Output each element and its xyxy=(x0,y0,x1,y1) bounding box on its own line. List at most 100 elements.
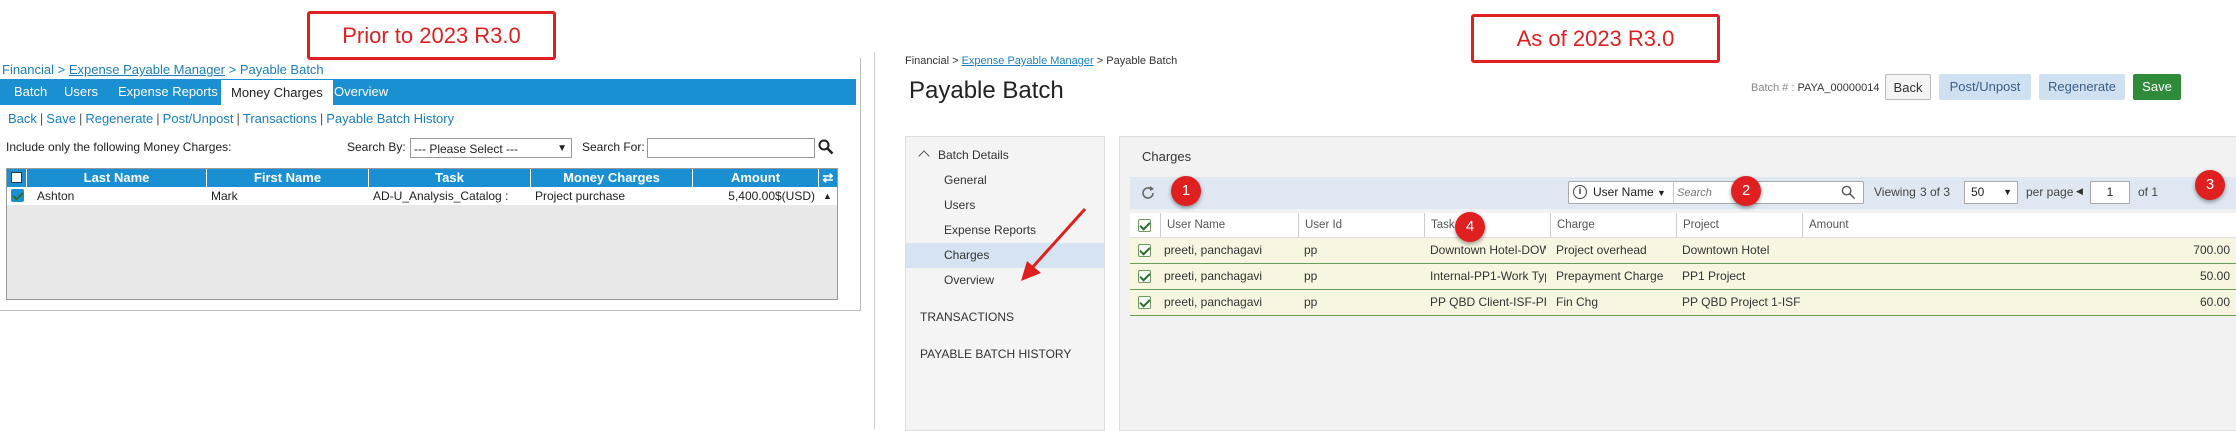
column-charge[interactable]: Charge xyxy=(1550,213,1676,237)
cell-amount: 5,400.00$(USD) xyxy=(728,189,815,203)
regenerate-link[interactable]: Regenerate xyxy=(85,111,153,126)
search-icon[interactable] xyxy=(1841,185,1856,200)
viewing-label: Viewing xyxy=(1874,185,1916,199)
cell-task: PP QBD Client-ISF-PPQBD... xyxy=(1430,295,1546,309)
column-project[interactable]: Project xyxy=(1676,213,1802,237)
payable-batch-history-link[interactable]: Payable Batch History xyxy=(326,111,454,126)
cell-project: PP1 Project xyxy=(1682,269,1746,283)
sidebar-item-transactions[interactable]: TRANSACTIONS xyxy=(906,305,1104,330)
tab-batch[interactable]: Batch xyxy=(4,79,57,105)
save-link[interactable]: Save xyxy=(46,111,76,126)
select-all-checkbox[interactable] xyxy=(11,172,22,183)
search-for-input[interactable] xyxy=(647,138,815,158)
panel-title: Charges xyxy=(1142,149,1192,164)
tab-expense-reports[interactable]: Expense Reports xyxy=(108,79,228,105)
old-payable-batch-screen: Financial > Expense Payable Manager > Pa… xyxy=(0,58,861,311)
select-all-checkbox[interactable] xyxy=(1138,219,1151,232)
scroll-up-arrow[interactable]: ▲ xyxy=(823,187,835,205)
link-separator: | xyxy=(78,111,83,126)
tab-users[interactable]: Users xyxy=(54,79,108,105)
callout-badge-4: 4 xyxy=(1455,212,1485,242)
breadcrumb-separator: > xyxy=(952,55,959,67)
table-row[interactable]: preeti, panchagavi pp PP QBD Client-ISF-… xyxy=(1130,290,2236,316)
column-task[interactable]: Task xyxy=(1424,213,1550,237)
row-checkbox[interactable] xyxy=(1138,244,1151,257)
refresh-icon[interactable] xyxy=(1140,185,1156,201)
red-arrow-annotation xyxy=(1021,207,1087,281)
sidebar-item-payable-batch-history[interactable]: PAYABLE BATCH HISTORY xyxy=(906,342,1104,367)
back-link[interactable]: Back xyxy=(8,111,37,126)
info-icon: i xyxy=(1573,185,1587,199)
table-row[interactable]: preeti, panchagavi pp Internal-PP1-Work … xyxy=(1130,264,2236,290)
search-for-label: Search For: xyxy=(582,140,645,154)
page-number-input[interactable]: 1 xyxy=(2090,181,2130,204)
table-row[interactable]: preeti, panchagavi pp Downtown Hotel-DOW… xyxy=(1130,238,2236,264)
page-size-select[interactable]: 50 ▼ xyxy=(1964,181,2018,204)
search-by-select[interactable]: --- Please Select --- ▼ xyxy=(410,138,572,158)
chevron-down-icon: ▼ xyxy=(557,143,567,154)
cell-task: Internal-PP1-Work Type 1 ... xyxy=(1430,269,1546,283)
column-user-id[interactable]: User Id xyxy=(1298,213,1424,237)
regenerate-button[interactable]: Regenerate xyxy=(2039,74,2125,100)
back-button[interactable]: Back xyxy=(1885,74,1931,100)
row-checkbox[interactable] xyxy=(1138,296,1151,309)
cell-user-id: pp xyxy=(1304,295,1318,309)
batch-number: Batch # : PAYA_00000014 xyxy=(1751,82,1879,94)
column-amount[interactable]: Amount xyxy=(693,169,819,187)
column-user-name[interactable]: User Name xyxy=(1160,213,1298,237)
callout-badge-1: 1 xyxy=(1171,176,1201,206)
table-row[interactable]: Ashton Mark AD-U_Analysis_Catalog : Proj… xyxy=(7,187,837,205)
sidebar-batch-details[interactable]: Batch Details xyxy=(906,143,1104,168)
row-checkbox[interactable] xyxy=(11,189,24,202)
tab-overview[interactable]: Overview xyxy=(324,79,398,105)
column-last-name[interactable]: Last Name xyxy=(27,169,207,187)
column-amount[interactable]: Amount xyxy=(1802,213,2236,237)
cell-user-name: preeti, panchagavi xyxy=(1164,243,1263,257)
breadcrumb-current: Payable Batch xyxy=(239,62,324,77)
cell-user-id: pp xyxy=(1304,243,1318,257)
breadcrumb-financial[interactable]: Financial xyxy=(2,62,54,77)
include-label: Include only the following Money Charges… xyxy=(6,140,232,154)
cell-charge: Fin Chg xyxy=(1556,295,1599,309)
tab-money-charges[interactable]: Money Charges xyxy=(220,79,334,105)
chevron-up-icon xyxy=(918,150,930,162)
link-separator: | xyxy=(156,111,160,126)
caret-down-icon: ▼ xyxy=(2003,187,2012,197)
transactions-link[interactable]: Transactions xyxy=(243,111,317,126)
breadcrumb: Financial > Expense Payable Manager > Pa… xyxy=(2,62,324,77)
callout-badge-2: 2 xyxy=(1731,176,1761,206)
link-separator: | xyxy=(39,111,44,126)
link-separator: | xyxy=(319,111,324,126)
page-title: Payable Batch xyxy=(909,77,1064,104)
prior-version-callout: Prior to 2023 R3.0 xyxy=(307,11,556,60)
breadcrumb-financial[interactable]: Financial xyxy=(905,55,949,67)
cell-amount: 700.00 xyxy=(2193,243,2230,257)
breadcrumb-expense-payable-manager[interactable]: Expense Payable Manager xyxy=(962,55,1094,67)
page-size-value: 50 xyxy=(1971,185,1985,199)
column-first-name[interactable]: First Name xyxy=(207,169,369,187)
search-icon[interactable] xyxy=(818,139,834,155)
column-task[interactable]: Task xyxy=(369,169,531,187)
prev-page-icon[interactable]: ◀ xyxy=(2076,186,2083,197)
column-money-charges[interactable]: Money Charges xyxy=(531,169,693,187)
column-chooser-icon[interactable]: ⇄ xyxy=(819,169,837,187)
search-field-select[interactable]: User Name ▼ xyxy=(1593,185,1666,199)
search-by-label: Search By: xyxy=(347,140,406,154)
cell-task: AD-U_Analysis_Catalog : xyxy=(373,189,509,203)
cell-charge: Prepayment Charge xyxy=(1556,269,1664,283)
search-by-value: --- Please Select --- xyxy=(414,142,519,156)
cell-charge: Project overhead xyxy=(1556,243,1647,257)
post-unpost-button[interactable]: Post/Unpost xyxy=(1939,74,2031,100)
cell-money-charges: Project purchase xyxy=(535,189,626,203)
row-checkbox[interactable] xyxy=(1138,270,1151,283)
callout-badge-3: 3 xyxy=(2195,170,2225,200)
post-unpost-link[interactable]: Post/Unpost xyxy=(163,111,234,126)
cell-user-id: pp xyxy=(1304,269,1318,283)
save-button[interactable]: Save xyxy=(2133,74,2181,100)
cell-task: Downtown Hotel-DOWNT... xyxy=(1430,243,1546,257)
viewing-count: 3 of 3 xyxy=(1920,185,1951,199)
sidebar-item-general[interactable]: General xyxy=(906,168,1104,193)
breadcrumb-expense-payable-manager[interactable]: Expense Payable Manager xyxy=(69,62,225,77)
breadcrumb: Financial > Expense Payable Manager > Pa… xyxy=(905,55,1177,67)
grid-header: Last Name First Name Task Money Charges … xyxy=(7,169,837,187)
